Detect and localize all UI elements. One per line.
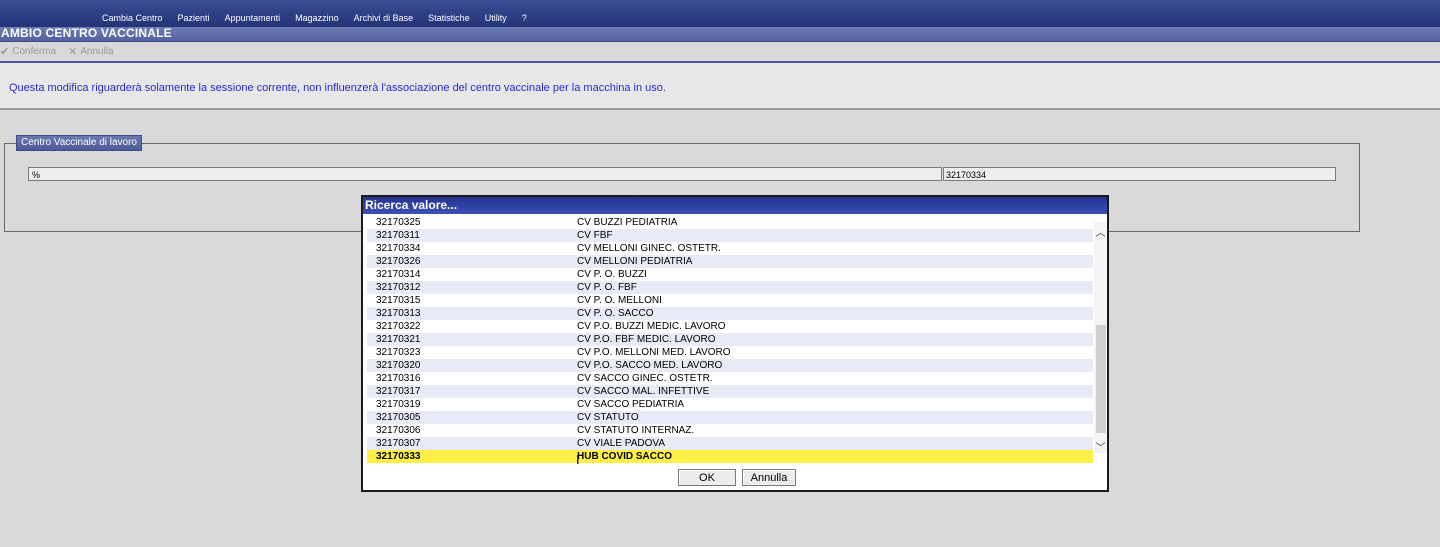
list-item-description: CV STATUTO xyxy=(577,412,639,423)
list-item[interactable]: 32170306 CV STATUTO INTERNAZ. xyxy=(367,424,1093,437)
confirm-button[interactable]: ✔ Conferma xyxy=(0,45,56,58)
list-item-description: CV MELLONI GINEC. OSTETR. xyxy=(577,243,721,254)
list-item-code: 32170325 xyxy=(376,217,421,228)
list-item[interactable]: 32170305 CV STATUTO xyxy=(367,411,1093,424)
menu-item[interactable]: Utility xyxy=(485,12,507,24)
value-list: 32170325 CV BUZZI PEDIATRIA 32170311 CV FBF… xyxy=(367,216,1093,466)
list-item-description: CV P.O. FBF MEDIC. LAVORO xyxy=(577,334,716,345)
list-item[interactable]: 32170307 CV VIALE PADOVA xyxy=(367,437,1093,450)
window-title: AMBIO CENTRO VACCINALE xyxy=(1,26,172,40)
list-item-code: 32170314 xyxy=(376,269,421,280)
list-item-code: 32170333 xyxy=(376,451,421,462)
list-item-description: CV P. O. BUZZI xyxy=(577,269,647,280)
list-item[interactable]: 32170311 CV FBF xyxy=(367,229,1093,242)
menu-item[interactable]: ? xyxy=(522,12,527,24)
list-item-code: 32170311 xyxy=(376,230,420,241)
list-item-code: 32170307 xyxy=(376,438,421,449)
menu-item[interactable]: Archivi di Base xyxy=(354,12,414,24)
cancel-toolbar-button[interactable]: ✕ Annulla xyxy=(68,45,114,58)
list-item-description: CV STATUTO INTERNAZ. xyxy=(577,425,695,436)
list-item[interactable]: 32170312 CV P. O. FBF xyxy=(367,281,1093,294)
x-icon: ✕ xyxy=(68,46,78,58)
list-item[interactable]: 32170320 CV P.O. SACCO MED. LAVORO xyxy=(367,359,1093,372)
list-item-code: 32170306 xyxy=(376,425,421,436)
window-title-bar: AMBIO CENTRO VACCINALE xyxy=(0,26,1440,42)
list-item-description: CV VIALE PADOVA xyxy=(577,438,665,449)
list-item-description: CV P. O. FBF xyxy=(577,282,637,293)
info-panel: Questa modifica riguarderà solamente la … xyxy=(0,63,1440,110)
list-item-code: 32170321 xyxy=(376,334,421,345)
list-item-description: CV P. O. SACCO xyxy=(577,308,654,319)
check-icon: ✔ xyxy=(0,46,10,58)
list-item[interactable]: 32170334 CV MELLONI GINEC. OSTETR. xyxy=(367,242,1093,255)
list-item-code: 32170312 xyxy=(376,282,421,293)
list-item[interactable]: 32170314 CV P. O. BUZZI xyxy=(367,268,1093,281)
list-item-description: CV P.O. MELLONI MED. LAVORO xyxy=(577,347,731,358)
list-item[interactable]: 32170319 CV SACCO PEDIATRIA xyxy=(367,398,1093,411)
scrollbar-thumb[interactable] xyxy=(1096,325,1106,433)
list-item-code: 32170320 xyxy=(376,360,421,371)
list-item[interactable]: 32170321 CV P.O. FBF MEDIC. LAVORO xyxy=(367,333,1093,346)
ok-button[interactable]: OK xyxy=(678,469,736,486)
list-item[interactable]: 32170317 CV SACCO MAL. INFETTIVE xyxy=(367,385,1093,398)
list-item-description: CV FBF xyxy=(577,230,613,241)
menu-item[interactable]: Cambia Centro xyxy=(102,12,163,24)
list-item-description: CV SACCO PEDIATRIA xyxy=(577,399,685,410)
dialog-title: Ricerca valore... xyxy=(363,197,1107,214)
list-item-description: CV SACCO MAL. INFETTIVE xyxy=(577,386,710,397)
menu-items: Cambia Centro Pazienti Appuntamenti Magazzi… xyxy=(102,12,542,24)
list-item-description: CV P.O. SACCO MED. LAVORO xyxy=(577,360,723,371)
menu-item[interactable]: Statistiche xyxy=(428,12,470,24)
list-item-code: 32170313 xyxy=(376,308,421,319)
list-item[interactable]: 32170322 CV P.O. BUZZI MEDIC. LAVORO xyxy=(367,320,1093,333)
list-item-code: 32170334 xyxy=(376,243,421,254)
list-item-description: CV MELLONI PEDIATRIA xyxy=(577,256,693,267)
search-dialog: Ricerca valore... 32170325 CV BUZZI PEDIA… xyxy=(361,195,1109,492)
list-item-code: 32170319 xyxy=(376,399,421,410)
list-item-code: 32170316 xyxy=(376,373,421,384)
centro-code-field[interactable]: 32170334 xyxy=(943,167,1336,181)
menu-item[interactable]: Magazzino xyxy=(295,12,339,24)
text-cursor-icon: I xyxy=(576,452,580,467)
list-item-description: CV SACCO GINEC. OSTETR. xyxy=(577,373,713,384)
list-item[interactable]: 32170326 CV MELLONI PEDIATRIA xyxy=(367,255,1093,268)
chevron-down-icon[interactable]: ﹀ xyxy=(1094,439,1107,454)
list-item-description: CV P. O. MELLONI xyxy=(577,295,662,306)
menu-item[interactable]: Appuntamenti xyxy=(225,12,281,24)
dialog-cancel-button[interactable]: Annulla xyxy=(742,469,796,486)
confirm-label: Conferma xyxy=(12,46,57,57)
list-item[interactable]: 32170316 CV SACCO GINEC. OSTETR. xyxy=(367,372,1093,385)
chevron-up-icon[interactable]: ︿ xyxy=(1094,224,1107,239)
list-item-code: 32170315 xyxy=(376,295,421,306)
list-item-description: HUB COVID SACCO xyxy=(577,451,673,462)
list-item-code: 32170305 xyxy=(376,412,421,423)
group-legend: Centro Vaccinale di lavoro xyxy=(16,135,142,151)
list-item[interactable]: 32170325 CV BUZZI PEDIATRIA xyxy=(367,216,1093,229)
centro-description-field[interactable]: % xyxy=(28,167,942,181)
list-item-description: CV BUZZI PEDIATRIA xyxy=(577,217,678,228)
menu-item[interactable]: Pazienti xyxy=(178,12,210,24)
menu-bar: Cambia Centro Pazienti Appuntamenti Magazzi… xyxy=(0,0,1440,28)
list-item-code: 32170326 xyxy=(376,256,421,267)
list-item[interactable]: 32170313 CV P. O. SACCO xyxy=(367,307,1093,320)
list-item-description: CV P.O. BUZZI MEDIC. LAVORO xyxy=(577,321,726,332)
list-item[interactable]: 32170315 CV P. O. MELLONI xyxy=(367,294,1093,307)
list-item[interactable]: 32170323 CV P.O. MELLONI MED. LAVORO xyxy=(367,346,1093,359)
cancel-label: Annulla xyxy=(80,46,114,57)
info-message: Questa modifica riguarderà solamente la … xyxy=(9,82,666,94)
toolbar: ✔ Conferma ✕ Annulla xyxy=(0,42,1440,60)
list-item[interactable]: 32170333 HUB COVID SACCO xyxy=(367,450,1093,463)
list-item-code: 32170322 xyxy=(376,321,421,332)
list-item-code: 32170323 xyxy=(376,347,421,358)
list-item-code: 32170317 xyxy=(376,386,421,397)
